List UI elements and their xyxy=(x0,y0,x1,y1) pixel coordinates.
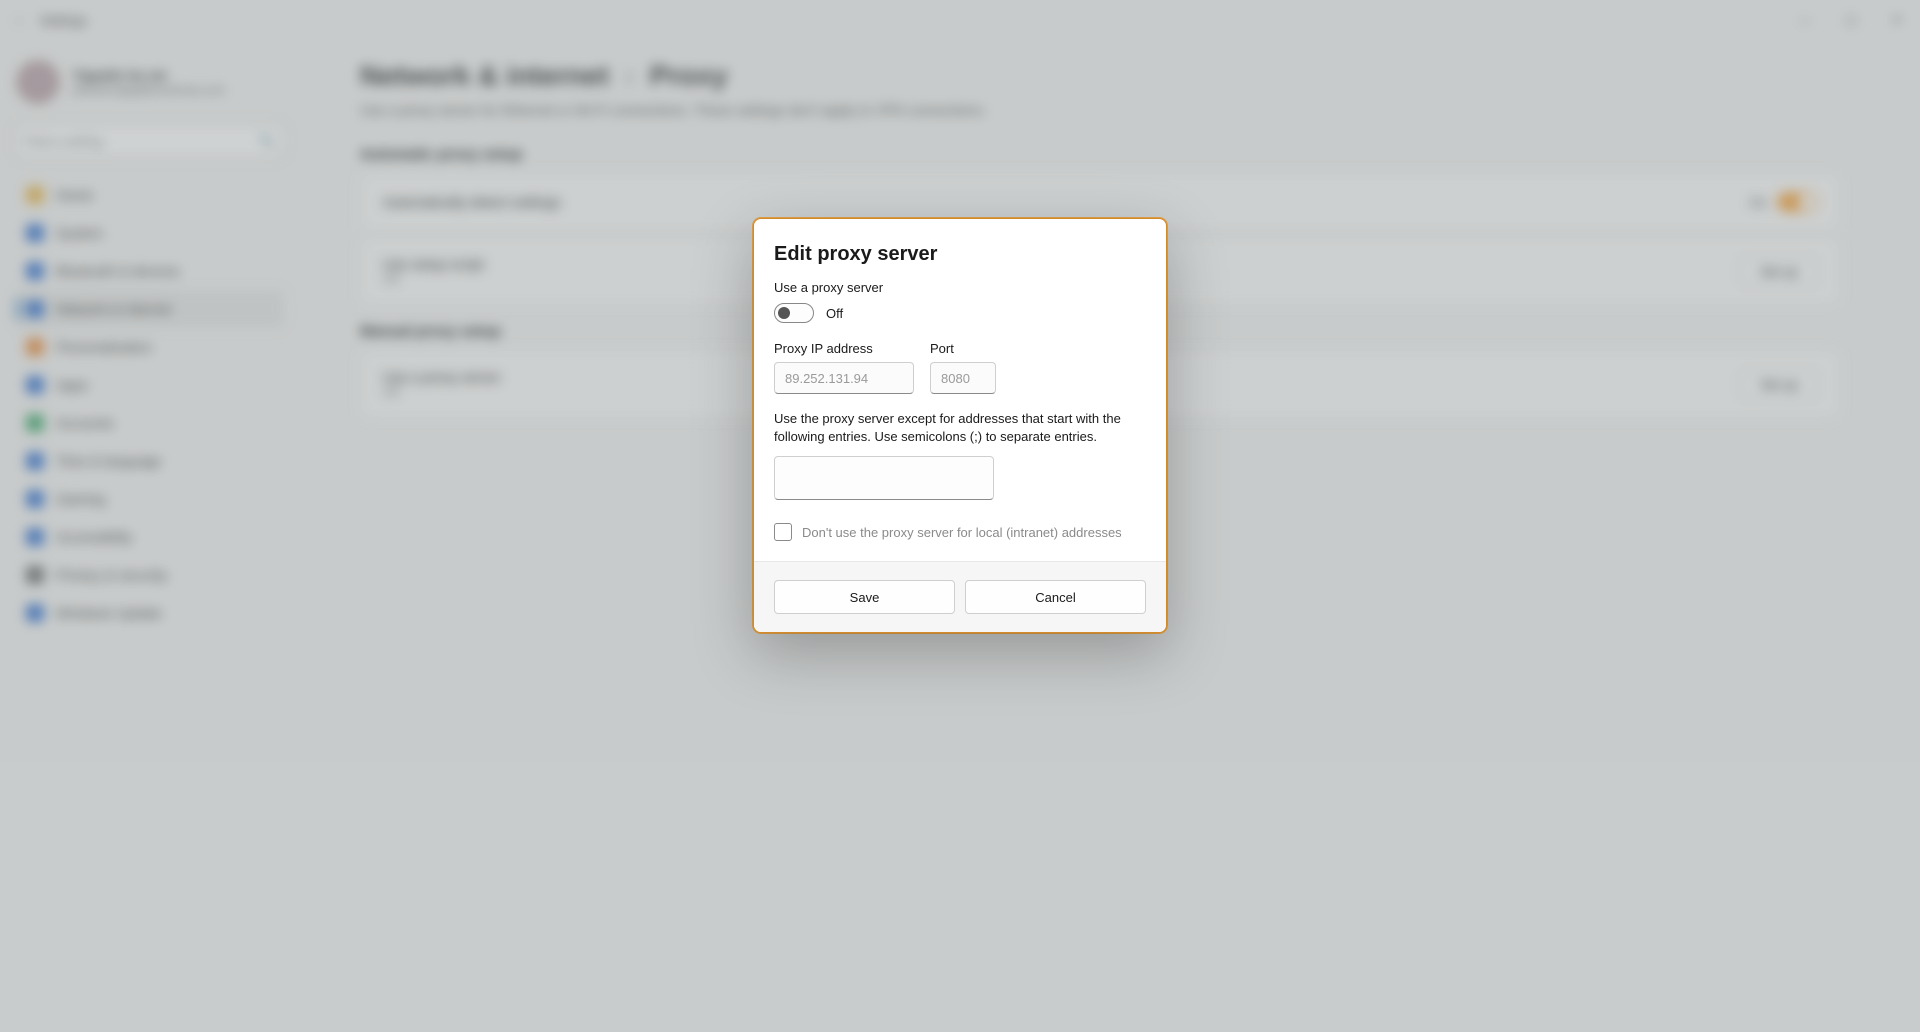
exceptions-input[interactable] xyxy=(774,456,994,500)
proxy-port-label: Port xyxy=(930,341,996,356)
edit-proxy-dialog: Edit proxy server Use a proxy server Off… xyxy=(753,218,1167,633)
modal-overlay: Edit proxy server Use a proxy server Off… xyxy=(0,0,1920,1032)
save-button[interactable]: Save xyxy=(774,580,955,614)
proxy-ip-label: Proxy IP address xyxy=(774,341,914,356)
proxy-ip-input[interactable] xyxy=(774,362,914,394)
exceptions-label: Use the proxy server except for addresse… xyxy=(774,410,1146,446)
use-proxy-toggle[interactable] xyxy=(774,303,814,323)
use-proxy-label: Use a proxy server xyxy=(774,280,1146,295)
use-proxy-state: Off xyxy=(826,306,843,321)
cancel-button[interactable]: Cancel xyxy=(965,580,1146,614)
dialog-title: Edit proxy server xyxy=(774,243,1146,266)
local-bypass-checkbox[interactable] xyxy=(774,523,792,541)
proxy-port-input[interactable] xyxy=(930,362,996,394)
local-bypass-label: Don't use the proxy server for local (in… xyxy=(802,525,1122,540)
